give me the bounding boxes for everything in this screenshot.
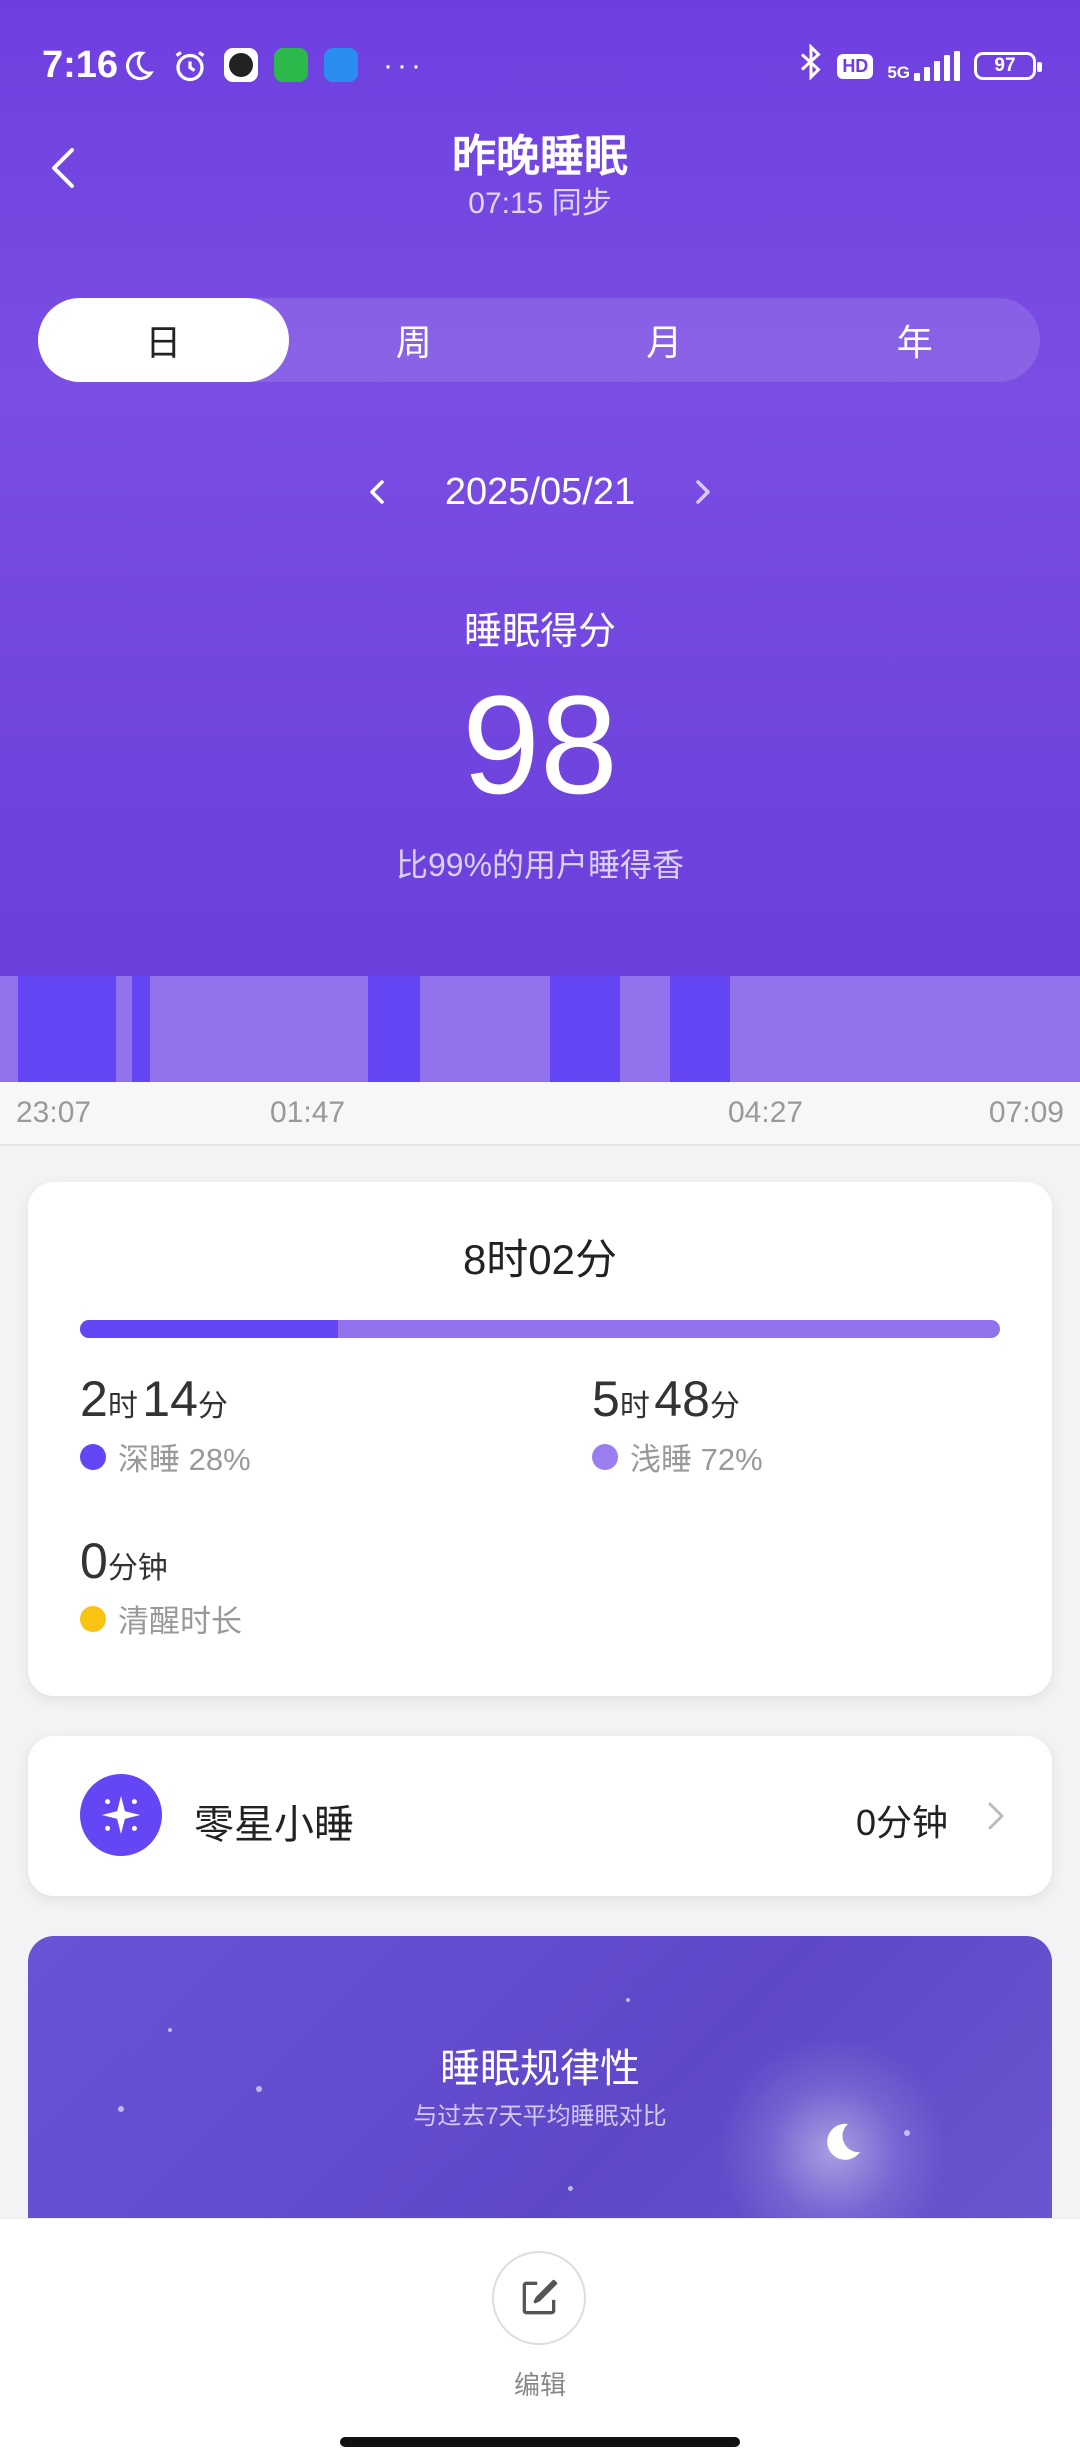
edit-label: 编辑 [513, 2370, 566, 2400]
deep-sleep-fill [80, 1320, 338, 1338]
sleep-score: 98 [462, 666, 618, 823]
star-decoration [568, 2186, 573, 2191]
more-notifications-icon: ··· [383, 49, 425, 82]
total-sleep-duration: 8时02分 [462, 1236, 618, 1283]
app-notification-icon [224, 48, 258, 82]
alarm-icon [170, 46, 210, 86]
hd-badge: HD [837, 53, 874, 79]
nap-row[interactable]: 零星小睡 0分钟 [28, 1736, 1052, 1896]
deep-sleep-segment [550, 976, 620, 1082]
light-sleep-dot [592, 1443, 618, 1470]
nap-duration: 0分钟 [855, 1802, 948, 1843]
score-label: 睡眠得分 [463, 611, 616, 653]
timeline-axis: 23:07 01:47 04:27 07:09 [0, 1082, 1080, 1146]
nap-title: 零星小睡 [194, 1803, 354, 1847]
period-tabs: 日 周 月 年 [38, 298, 1040, 382]
tab-month[interactable]: 月 [539, 298, 790, 382]
next-date-button[interactable] [683, 472, 723, 512]
battery-indicator: 97 [974, 52, 1042, 80]
date-navigator: 2025/05/21 [0, 462, 1080, 522]
time-label: 04:27 [728, 1096, 804, 1129]
tab-week[interactable]: 周 [289, 298, 540, 382]
deep-sleep-segment [18, 976, 116, 1082]
edit-icon [522, 2279, 558, 2315]
bottom-action-bar: 编辑 [0, 2218, 1080, 2461]
star-decoration [168, 2028, 172, 2032]
deep-sleep-dot [80, 1443, 106, 1470]
app-notification-icon [324, 48, 358, 82]
network-type: 5G [887, 63, 910, 82]
sleep-duration-card: 8时02分 2时 14分 深睡 28% 5时 48分 浅睡 72% 0分钟 清醒… [28, 1182, 1052, 1696]
edit-button[interactable] [492, 2251, 586, 2345]
regularity-subtitle: 与过去7天平均睡眠对比 [413, 2103, 667, 2130]
home-indicator[interactable] [340, 2437, 740, 2447]
time-label: 01:47 [270, 1096, 346, 1129]
moon-icon [118, 46, 158, 86]
chevron-right-icon [976, 1796, 1016, 1836]
status-bar: 7:16 ··· HD 5G 97 [0, 0, 1080, 130]
bluetooth-icon [799, 43, 823, 88]
sleep-stage-timeline[interactable] [0, 976, 1080, 1082]
sync-time: 07:15 同步 [468, 187, 612, 220]
time-label: 23:07 [16, 1096, 92, 1129]
regularity-title: 睡眠规律性 [440, 2047, 640, 2091]
star-decoration [626, 1998, 630, 2002]
sparkle-icon [80, 1774, 162, 1856]
deep-sleep-stat: 2时 14分 深睡 28% [80, 1371, 251, 1477]
score-comparison: 比99%的用户睡得香 [395, 847, 685, 883]
prev-date-button[interactable] [357, 472, 397, 512]
tab-year[interactable]: 年 [790, 298, 1041, 382]
app-notification-icon [274, 48, 308, 82]
signal-icon [914, 51, 960, 81]
status-time: 7:16 [42, 44, 119, 86]
sleep-regularity-card[interactable]: 睡眠规律性 与过去7天平均睡眠对比 [28, 1936, 1052, 2236]
tab-day[interactable]: 日 [38, 298, 289, 382]
light-sleep-stat: 5时 48分 浅睡 72% [592, 1371, 763, 1477]
deep-sleep-segment [670, 976, 730, 1082]
awake-stat: 0分钟 清醒时长 [80, 1533, 242, 1639]
page-title: 昨晚睡眠 [452, 132, 628, 181]
deep-sleep-segment [368, 976, 420, 1082]
deep-sleep-segment [132, 976, 150, 1082]
awake-dot [80, 1605, 106, 1632]
time-label: 07:09 [988, 1096, 1064, 1129]
current-date: 2025/05/21 [444, 470, 636, 513]
deep-light-ratio-bar [80, 1320, 1000, 1338]
